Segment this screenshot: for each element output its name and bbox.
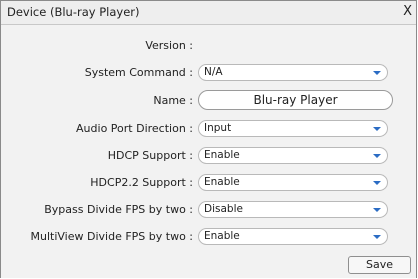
audio-port-direction-row: Audio Port Direction : Input — [1, 119, 416, 139]
title-bar: Device (Blu-ray Player) X — [1, 1, 416, 25]
hdcp-support-label: HDCP Support : — [107, 149, 193, 162]
name-value: Blu-ray Player — [253, 93, 338, 107]
close-icon[interactable]: X — [403, 4, 412, 19]
hdcp-support-select[interactable]: Enable — [198, 147, 388, 164]
hdcp22-support-select[interactable]: Enable — [198, 174, 388, 191]
name-input[interactable]: Blu-ray Player — [198, 90, 393, 110]
chevron-down-icon — [373, 208, 381, 212]
audio-port-direction-select[interactable]: Input — [198, 120, 388, 137]
chevron-down-icon — [373, 127, 381, 131]
multiview-divide-fps-select[interactable]: Enable — [198, 228, 388, 245]
system-command-value: N/A — [204, 66, 223, 78]
multiview-divide-fps-row: MultiView Divide FPS by two : Enable — [1, 227, 416, 247]
audio-port-direction-label: Audio Port Direction : — [76, 122, 193, 135]
multiview-divide-fps-value: Enable — [204, 230, 240, 242]
name-label: Name : — [153, 94, 193, 107]
hdcp22-support-row: HDCP2.2 Support : Enable — [1, 173, 416, 193]
hdcp22-support-label: HDCP2.2 Support : — [90, 176, 193, 189]
audio-port-direction-value: Input — [204, 122, 232, 134]
system-command-row: System Command : N/A — [1, 63, 416, 83]
save-button[interactable]: Save — [348, 256, 411, 274]
multiview-divide-fps-label: MultiView Divide FPS by two : — [30, 230, 194, 243]
bypass-divide-fps-select[interactable]: Disable — [198, 201, 388, 218]
name-row: Name : Blu-ray Player — [1, 90, 416, 111]
chevron-down-icon — [373, 235, 381, 239]
bypass-divide-fps-label: Bypass Divide FPS by two : — [44, 203, 193, 216]
hdcp22-support-value: Enable — [204, 176, 240, 188]
device-dialog: Device (Blu-ray Player) X Version : Syst… — [0, 0, 417, 278]
hdcp-support-value: Enable — [204, 149, 240, 161]
bypass-divide-fps-value: Disable — [204, 203, 243, 215]
chevron-down-icon — [373, 181, 381, 185]
dialog-content: Version : System Command : N/A Name : Bl… — [1, 25, 416, 278]
chevron-down-icon — [373, 71, 381, 75]
dialog-title: Device (Blu-ray Player) — [7, 5, 140, 19]
version-label: Version : — [145, 39, 193, 52]
bypass-divide-fps-row: Bypass Divide FPS by two : Disable — [1, 200, 416, 220]
version-row: Version : — [1, 36, 416, 56]
chevron-down-icon — [373, 154, 381, 158]
system-command-select[interactable]: N/A — [198, 64, 388, 81]
system-command-label: System Command : — [84, 66, 193, 79]
hdcp-support-row: HDCP Support : Enable — [1, 146, 416, 166]
